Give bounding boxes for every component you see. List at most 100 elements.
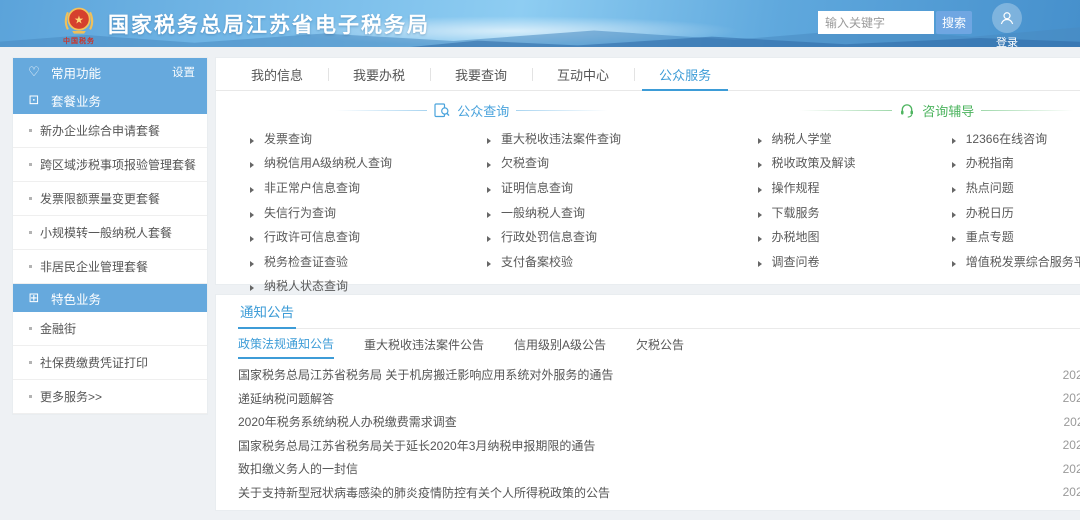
notice-panel: 通知公告 更多>> 政策法规通知公告 重大税收违法案件公告 信用级别A级公告 欠… (215, 294, 1080, 511)
notice-row-date: 2020-02-16 (1063, 485, 1080, 499)
svg-text:★: ★ (74, 14, 84, 26)
settings-link[interactable]: 设置 (172, 64, 195, 80)
logo-caption: 中国税务 (63, 38, 95, 45)
query-link[interactable]: 发票查询 (250, 130, 312, 147)
header: ★ 中国税务 国家税务总局江苏省电子税务局 搜索 登录 (0, 0, 1080, 47)
query-column-2: 重大税收违法案件查询 欠税查询 证明信息查询 一般纳税人查询 行政处罚信息查询 … (487, 126, 724, 298)
sidebar-group-label: 特色业务 (51, 289, 101, 308)
login-link[interactable]: 登录 (996, 34, 1018, 47)
query-link[interactable]: 一般纳税人查询 (487, 204, 585, 221)
query-link[interactable]: 税务检查证查验 (250, 253, 348, 270)
sidebar-item-more-services[interactable]: 更多服务>> (13, 380, 207, 413)
notice-tab-policy[interactable]: 政策法规通知公告 (238, 329, 334, 359)
notice-tabs: 政策法规通知公告 重大税收违法案件公告 信用级别A级公告 欠税公告 (238, 329, 1080, 359)
heart-icon: ♡ (27, 64, 41, 80)
sidebar-item[interactable]: 社保费缴费凭证打印 (13, 346, 207, 379)
consult-link[interactable]: 下载服务 (758, 204, 820, 221)
sidebar-item[interactable]: 跨区域涉税事项报验管理套餐 (13, 148, 207, 181)
consult-link[interactable]: 操作规程 (758, 179, 820, 196)
notice-tab-tax-arrears[interactable]: 欠税公告 (636, 329, 684, 359)
grid-icon: ⊞ (27, 290, 41, 306)
sidebar-group-label: 常用功能 (51, 63, 101, 82)
consult-column-1: 纳税人学堂 税收政策及解读 操作规程 下载服务 办税地图 调查问卷 (758, 126, 952, 274)
sidebar-group-label: 套餐业务 (51, 91, 101, 110)
main-column: 我的信息 我要办税 我要查询 互动中心 公众服务 公众查询 (215, 57, 1080, 511)
notice-row: 国家税务总局江苏省税务局关于延长2020年3月纳税申报期限的通告 2020-03… (238, 434, 1080, 458)
notice-row-date: 2020-10-20 (1063, 368, 1080, 382)
notice-row-title[interactable]: 国家税务总局江苏省税务局 关于机房搬迁影响应用系统对外服务的通告 (238, 366, 613, 383)
sidebar-item[interactable]: 小规模转一般纳税人套餐 (13, 216, 207, 249)
consult-link[interactable]: 增值税发票综合服务平台 (952, 253, 1080, 270)
consult-link[interactable]: 热点问题 (952, 179, 1014, 196)
sidebar-group-package-business[interactable]: ⊡ 套餐业务 (13, 86, 207, 114)
public-query-section: 公众查询 发票查询 纳税信用A级纳税人查询 非正常户信息查询 失信行为查询 行政… (216, 100, 728, 298)
services-panel: 我的信息 我要办税 我要查询 互动中心 公众服务 公众查询 (215, 57, 1080, 285)
notice-tab-major-violation[interactable]: 重大税收违法案件公告 (364, 329, 484, 359)
query-link[interactable]: 失信行为查询 (250, 204, 336, 221)
package-icon: ⊡ (27, 92, 41, 108)
notice-row-date: 2020-08-28 (1063, 391, 1080, 405)
notice-row-title[interactable]: 关于支持新型冠状病毒感染的肺炎疫情防控有关个人所得税政策的公告 (238, 484, 610, 501)
query-link[interactable]: 重大税收违法案件查询 (487, 130, 621, 147)
notice-row-title[interactable]: 国家税务总局江苏省税务局关于延长2020年3月纳税申报期限的通告 (238, 437, 595, 454)
consult-link[interactable]: 办税指南 (952, 154, 1014, 171)
tab-my-info[interactable]: 我的信息 (226, 58, 328, 90)
query-link[interactable]: 行政许可信息查询 (250, 228, 360, 245)
site-title: 国家税务总局江苏省电子税务局 (108, 9, 430, 39)
notice-row-title[interactable]: 2020年税务系统纳税人办税缴费需求调查 (238, 413, 457, 430)
notice-row: 国家税务总局江苏省税务局 关于机房搬迁影响应用系统对外服务的通告 2020-10… (238, 363, 1080, 387)
notice-row-date: 2020-03-11 (1064, 415, 1080, 429)
consult-link[interactable]: 办税日历 (952, 204, 1014, 221)
query-link[interactable]: 欠税查询 (487, 154, 549, 171)
user-avatar-icon[interactable] (992, 3, 1022, 33)
query-link[interactable]: 证明信息查询 (487, 179, 573, 196)
notice-head: 通知公告 更多>> (238, 295, 1080, 329)
sidebar-group-common-functions[interactable]: ♡ 常用功能 设置 (13, 58, 207, 86)
service-sections: 公众查询 发票查询 纳税信用A级纳税人查询 非正常户信息查询 失信行为查询 行政… (216, 91, 1080, 298)
tab-interaction-center[interactable]: 互动中心 (532, 58, 634, 90)
consult-link[interactable]: 12366在线咨询 (952, 130, 1047, 147)
consult-link[interactable]: 重点专题 (952, 228, 1014, 245)
query-link[interactable]: 非正常户信息查询 (250, 179, 360, 196)
headset-icon (899, 103, 915, 118)
sidebar-package-list: 新办企业综合申请套餐 跨区域涉税事项报验管理套餐 发票限额票量变更套餐 小规模转… (13, 114, 207, 284)
tax-emblem-logo: ★ 中国税务 (62, 3, 96, 45)
notice-row-title[interactable]: 递延纳税问题解答 (238, 390, 334, 407)
notice-row: 递延纳税问题解答 2020-08-28 (238, 387, 1080, 411)
tab-public-service[interactable]: 公众服务 (634, 58, 736, 90)
public-query-header: 公众查询 (216, 100, 728, 120)
query-link[interactable]: 纳税信用A级纳税人查询 (250, 154, 392, 171)
notice-row-title[interactable]: 致扣缴义务人的一封信 (238, 460, 358, 477)
notice-row: 致扣缴义务人的一封信 2020-02-28 (238, 457, 1080, 481)
sidebar-item[interactable]: 金融街 (13, 312, 207, 345)
query-link[interactable]: 支付备案校验 (487, 253, 573, 270)
sidebar-item[interactable]: 非居民企业管理套餐 (13, 250, 207, 283)
person-icon (998, 9, 1016, 27)
notice-row-date: 2020-03-04 (1063, 438, 1080, 452)
main-tabs: 我的信息 我要办税 我要查询 互动中心 公众服务 (216, 58, 1080, 91)
sidebar-item[interactable]: 新办企业综合申请套餐 (13, 114, 207, 147)
consult-link[interactable]: 税收政策及解读 (758, 154, 856, 171)
query-link[interactable]: 行政处罚信息查询 (487, 228, 597, 245)
consult-link[interactable]: 调查问卷 (758, 253, 820, 270)
tab-query[interactable]: 我要查询 (430, 58, 532, 90)
sidebar-item[interactable]: 发票限额票量变更套餐 (13, 182, 207, 215)
search-input[interactable] (818, 11, 934, 34)
brand: ★ 中国税务 国家税务总局江苏省电子税务局 (62, 0, 430, 47)
notice-title[interactable]: 通知公告 (238, 295, 296, 329)
search-doc-icon (434, 103, 450, 118)
query-link[interactable]: 纳税人状态查询 (250, 277, 348, 294)
sidebar-blue-header: ⊞ 特色业务 (13, 284, 207, 312)
consult-link[interactable]: 办税地图 (758, 228, 820, 245)
consult-link[interactable]: 纳税人学堂 (758, 130, 832, 147)
tab-tax-handling[interactable]: 我要办税 (328, 58, 430, 90)
notice-row: 关于支持新型冠状病毒感染的肺炎疫情防控有关个人所得税政策的公告 2020-02-… (238, 481, 1080, 505)
tax-emblem-icon: ★ (62, 3, 96, 37)
search-button[interactable]: 搜索 (936, 11, 972, 34)
page-content: ♡ 常用功能 设置 ⊡ 套餐业务 新办企业综合申请套餐 跨区域涉税事项报验管理套… (0, 47, 1080, 511)
public-query-title: 公众查询 (457, 101, 509, 120)
notice-tab-credit-a[interactable]: 信用级别A级公告 (514, 329, 606, 359)
sidebar-group-special-business[interactable]: ⊞ 特色业务 (13, 284, 207, 312)
consult-column-2: 12366在线咨询 办税指南 热点问题 办税日历 重点专题 增值税发票综合服务平… (952, 126, 1080, 274)
login-stack: 登录 (992, 3, 1022, 47)
